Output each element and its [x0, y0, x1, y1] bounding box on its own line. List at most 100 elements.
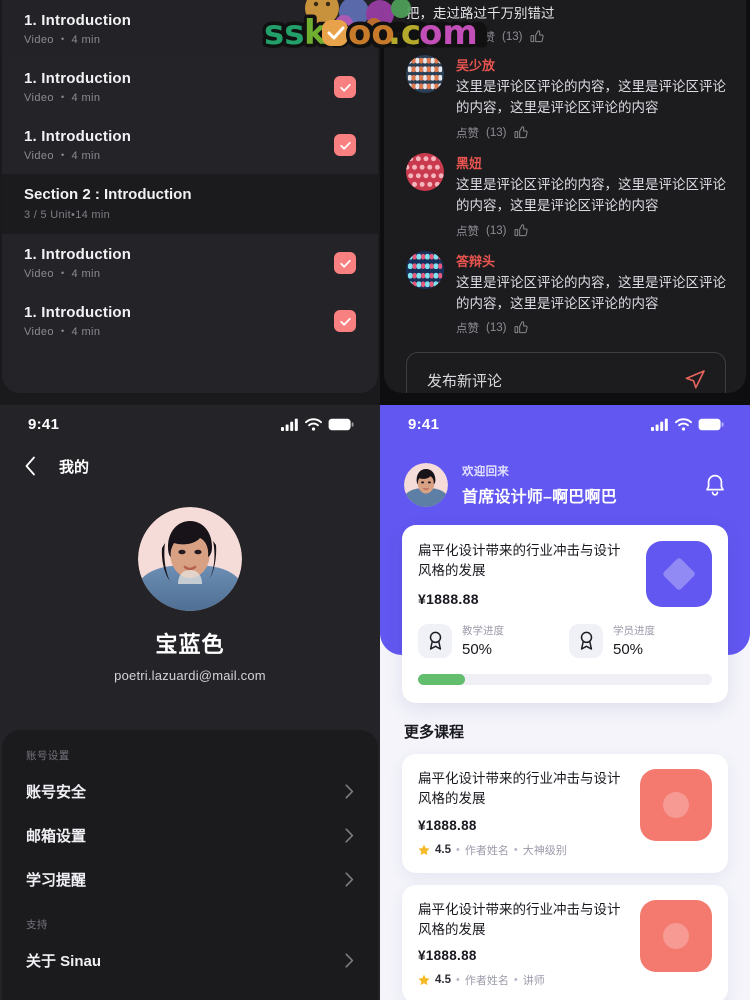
- settings-item-account-security[interactable]: 账号安全: [26, 769, 354, 813]
- course-title: 扁平化设计带来的行业冲击与设计风格的发展: [418, 771, 621, 807]
- thumbs-up-icon[interactable]: [513, 223, 529, 239]
- battery-icon: [698, 418, 724, 430]
- lesson-row[interactable]: 1. Introduction Video • 4 min: [2, 58, 378, 116]
- section-header[interactable]: Section 2 : Introduction 3 / 5 Unit•14 m…: [2, 174, 378, 234]
- check-icon: [339, 259, 351, 268]
- course-thumbnail: [640, 769, 712, 841]
- progress-value: 50%: [613, 641, 644, 658]
- diamond-icon: [662, 557, 696, 591]
- check-icon: [339, 83, 351, 92]
- course-level: 大神级别: [522, 844, 567, 857]
- lesson-title: 1. Introduction: [24, 304, 132, 321]
- thumbs-up-icon[interactable]: [529, 29, 545, 45]
- profile-avatar[interactable]: [138, 507, 242, 611]
- course-price: ¥1888.88: [418, 817, 477, 833]
- panel-profile: 9:41 我的 宝蓝色 poetri.lazuardi@mail.com 账号设…: [0, 405, 380, 1000]
- course-rating: 4.5: [435, 843, 451, 856]
- course-level: 讲师: [522, 975, 545, 987]
- comment-author[interactable]: 吴少放: [456, 55, 726, 74]
- lesson-row[interactable]: 1. Introduction Video • 4 min: [2, 234, 378, 292]
- user-photo-icon: [404, 463, 448, 507]
- comment-item: 黑妞 这里是评论区评论的内容，这里是评论区评论的内容，这里是评论区评论的内容 点…: [384, 143, 746, 241]
- settings-item-label: 邮箱设置: [26, 827, 87, 845]
- avatar[interactable]: [406, 54, 444, 93]
- separator-dot: •: [456, 974, 460, 986]
- like-count: (13): [486, 126, 507, 139]
- separator-dot: •: [60, 150, 65, 160]
- avatar[interactable]: [406, 152, 444, 191]
- avatar-pattern-icon: [406, 250, 444, 289]
- chevron-right-icon: [345, 952, 354, 968]
- separator-dot: •: [60, 268, 65, 278]
- greeting-user-name: 首席设计师–啊巴啊巴: [462, 489, 617, 506]
- lesson-row[interactable]: 1. Introduction Video • 4 min: [2, 292, 378, 350]
- comment-author[interactable]: 答辩头: [456, 251, 726, 270]
- settings-item-label: 关于 Sinau: [26, 952, 102, 970]
- progress-bar-fill: [418, 674, 466, 685]
- course-author: 作者姓名: [464, 844, 509, 857]
- settings-item-label: 学习提醒: [26, 871, 87, 889]
- progress-stat: 教学进度 50%: [418, 623, 561, 658]
- course-thumbnail: [640, 899, 712, 972]
- greeting-hello: 欢迎回来: [462, 466, 510, 478]
- course-thumbnail: [646, 541, 712, 607]
- like-label[interactable]: 点赞: [456, 320, 479, 336]
- settings-item-label: 账号安全: [26, 783, 87, 801]
- star-icon: [418, 844, 430, 855]
- lesson-duration: 4 min: [71, 34, 101, 46]
- bell-icon[interactable]: [704, 473, 726, 497]
- current-course-card[interactable]: 扁平化设计带来的行业冲击与设计风格的发展 ¥1888.88 教学进度 50% 学…: [402, 525, 728, 703]
- lesson-complete-checkbox[interactable]: [334, 310, 356, 332]
- comment-author[interactable]: 黑妞: [456, 153, 726, 172]
- progress-bar: [418, 674, 712, 685]
- screenshot-root: 1. Introduction Video • 4 min 1. Introduct…: [0, 0, 750, 1000]
- lesson-title: 1. Introduction: [24, 70, 132, 87]
- lesson-type: Video: [24, 268, 54, 280]
- lesson-meta: Video • 4 min: [24, 150, 131, 162]
- lesson-row[interactable]: 1. Introduction Video • 4 min: [2, 0, 378, 58]
- comment-item: 答辩头 这里是评论区评论的内容，这里是评论区评论的内容，这里是评论区评论的内容 …: [384, 241, 746, 339]
- section-meta: 3 / 5 Unit•14 min: [24, 209, 356, 221]
- panel-comments: 把，走过路过千万别错过 点赞 (13) 吴少放 这里是评论区评论的内容，这里是评…: [380, 0, 750, 405]
- check-icon: [339, 317, 351, 326]
- lesson-type: Video: [24, 34, 54, 46]
- settings-item-about[interactable]: 关于 Sinau: [26, 938, 354, 982]
- comment-text: 这里是评论区评论的内容，这里是评论区评论的内容，这里是评论区评论的内容: [456, 176, 726, 213]
- course-rating: 4.5: [435, 974, 451, 986]
- like-label[interactable]: 点赞: [456, 223, 479, 239]
- status-time: 9:41: [28, 415, 60, 433]
- comment-text: 把，走过路过千万别错过: [406, 6, 555, 21]
- thumbs-up-icon[interactable]: [513, 320, 529, 336]
- course-card[interactable]: 扁平化设计带来的行业冲击与设计风格的发展 ¥1888.88 4.5 • 作者姓名…: [402, 884, 728, 1000]
- settings-item-email[interactable]: 邮箱设置: [26, 813, 354, 857]
- lesson-duration: 4 min: [71, 268, 101, 280]
- lesson-complete-checkbox[interactable]: [334, 252, 356, 274]
- send-icon[interactable]: [683, 368, 707, 392]
- progress-label: 教学进度: [462, 625, 504, 637]
- comment-composer[interactable]: 发布新评论: [406, 352, 726, 393]
- lesson-complete-checkbox[interactable]: [334, 76, 356, 98]
- like-label[interactable]: 点赞: [456, 125, 479, 141]
- comment-item: 吴少放 这里是评论区评论的内容，这里是评论区评论的内容，这里是评论区评论的内容 …: [384, 45, 746, 143]
- settings-card: 账号设置 账号安全 邮箱设置 学习提醒 支持 关于 Sinau: [2, 730, 378, 1000]
- circle-icon: [663, 922, 689, 949]
- course-card[interactable]: 扁平化设计带来的行业冲击与设计风格的发展 ¥1888.88 4.5 • 作者姓名…: [402, 754, 728, 873]
- thumbs-up-icon[interactable]: [513, 125, 529, 141]
- more-courses-heading: 更多课程: [404, 724, 465, 741]
- avatar-pattern-icon: [406, 152, 444, 191]
- lesson-complete-checkbox[interactable]: [334, 134, 356, 156]
- chevron-right-icon: [345, 871, 354, 887]
- avatar[interactable]: [406, 250, 444, 289]
- settings-item-study-reminder[interactable]: 学习提醒: [26, 857, 354, 901]
- section-units: 3 / 5 Unit: [24, 209, 72, 221]
- comment-input-placeholder[interactable]: 发布新评论: [427, 370, 502, 391]
- avatar[interactable]: [404, 463, 448, 507]
- separator-dot: •: [513, 843, 518, 856]
- wifi-icon: [305, 417, 322, 431]
- progress-stat: 学员进度 50%: [569, 623, 712, 658]
- settings-group-label: 支持: [26, 919, 48, 931]
- like-label[interactable]: 点赞: [472, 29, 495, 45]
- chevron-left-icon[interactable]: [24, 456, 37, 476]
- battery-icon: [328, 418, 354, 430]
- lesson-row[interactable]: 1. Introduction Video • 4 min: [2, 116, 378, 174]
